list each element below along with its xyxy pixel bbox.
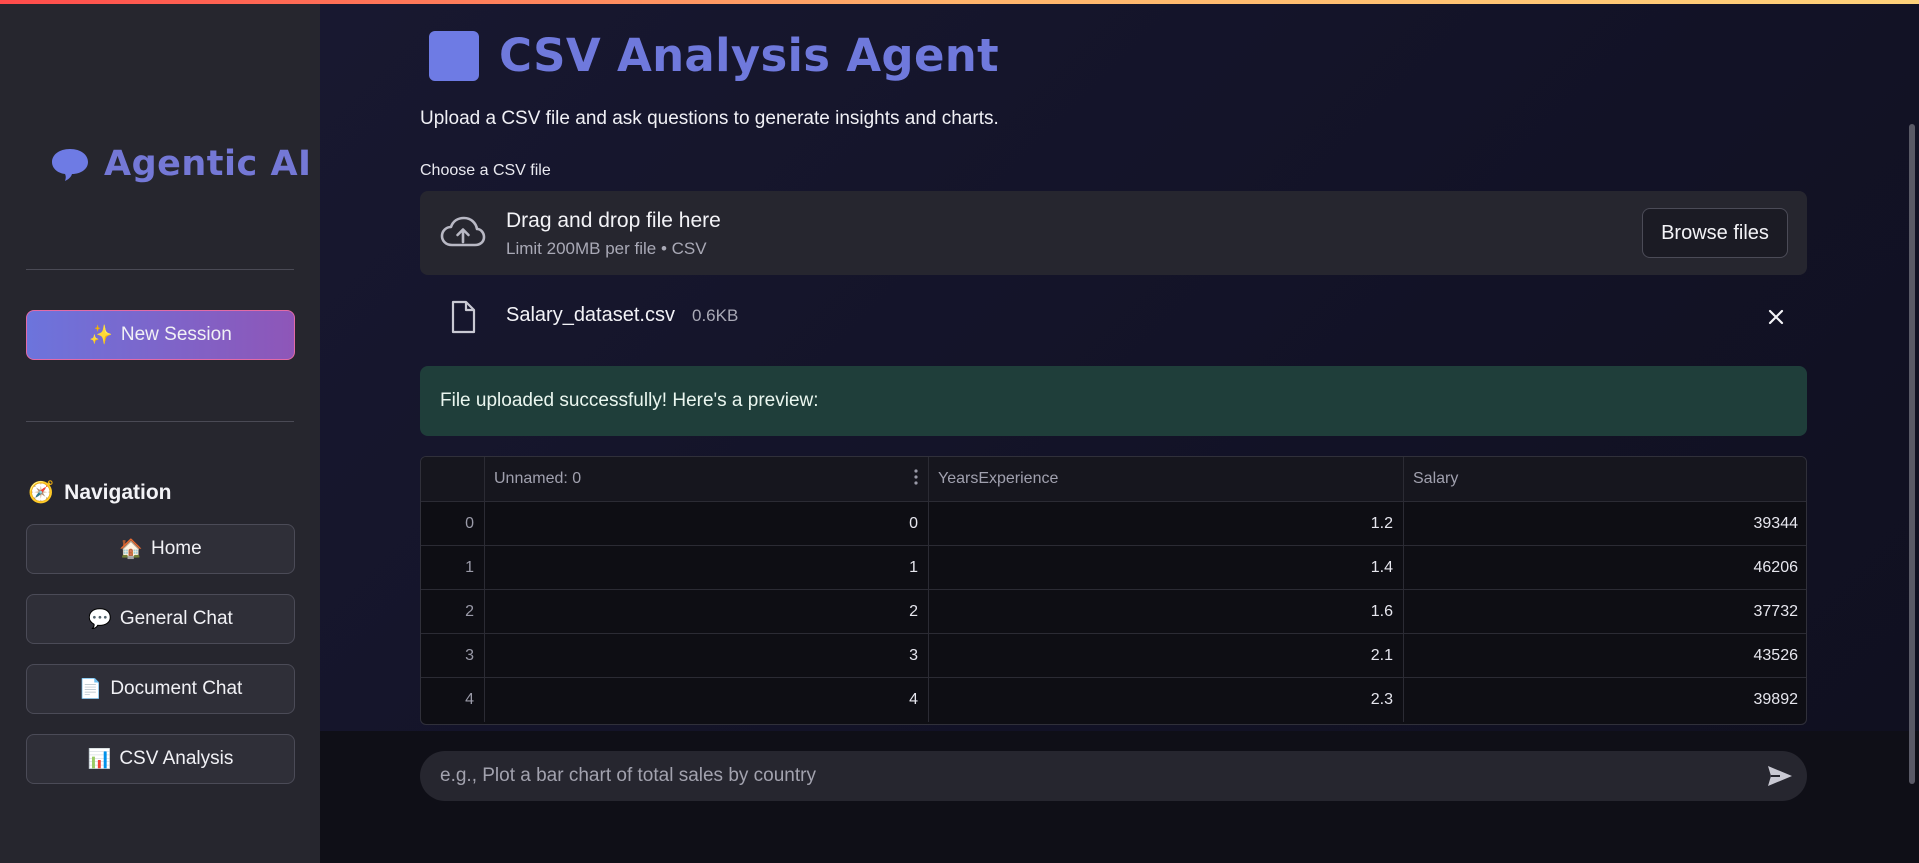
sidebar-divider xyxy=(26,269,294,270)
nav-csv-analysis-button[interactable]: 📊 CSV Analysis xyxy=(26,734,295,784)
table-row: 0 0 1.2 39344 xyxy=(421,502,1806,546)
chat-input[interactable] xyxy=(420,751,1807,801)
compass-icon: 🧭 xyxy=(28,481,55,504)
table-cell[interactable]: 1.6 xyxy=(929,590,1404,633)
top-decoration-bar xyxy=(0,0,1919,4)
close-icon xyxy=(1768,309,1784,325)
nav-csv-analysis-label: CSV Analysis xyxy=(119,748,234,769)
remove-file-button[interactable] xyxy=(1761,302,1791,332)
dropzone-instruction: Drag and drop file here xyxy=(506,209,721,232)
column-header-unnamed[interactable]: Unnamed: 0 xyxy=(485,457,929,501)
table-row: 3 3 2.1 43526 xyxy=(421,634,1806,678)
page-subtitle: Upload a CSV file and ask questions to g… xyxy=(420,108,999,129)
sidebar-brand: Agentic AI xyxy=(50,144,312,184)
cloud-upload-icon xyxy=(440,216,486,247)
sidebar-divider xyxy=(26,421,294,422)
main-content: CSV Analysis Agent Upload a CSV file and… xyxy=(320,4,1919,863)
table-cell[interactable]: 2.3 xyxy=(929,678,1404,722)
column-menu-icon[interactable] xyxy=(914,469,918,485)
send-icon[interactable] xyxy=(1766,764,1794,788)
table-cell[interactable]: 3 xyxy=(485,634,929,677)
success-message: File uploaded successfully! Here's a pre… xyxy=(440,390,819,411)
table-row: 1 1 1.4 46206 xyxy=(421,546,1806,590)
sparkles-icon: ✨ xyxy=(89,325,113,346)
nav-document-chat-label: Document Chat xyxy=(110,678,243,699)
title-square-icon xyxy=(429,30,479,81)
table-row: 2 2 1.6 37732 xyxy=(421,590,1806,634)
table-cell[interactable]: 2.1 xyxy=(929,634,1404,677)
table-cell[interactable]: 39892 xyxy=(1404,678,1806,722)
table-cell[interactable]: 39344 xyxy=(1404,502,1806,545)
row-index: 1 xyxy=(421,546,485,589)
row-index: 2 xyxy=(421,590,485,633)
chat-input-area xyxy=(320,731,1919,863)
column-header-label: Unnamed: 0 xyxy=(494,470,582,487)
main-scrollbar[interactable] xyxy=(1909,124,1915,784)
table-cell[interactable]: 1 xyxy=(485,546,929,589)
upload-success-alert: File uploaded successfully! Here's a pre… xyxy=(420,366,1807,436)
table-cell[interactable]: 46206 xyxy=(1404,546,1806,589)
brand-title: Agentic AI xyxy=(104,144,312,184)
nav-general-chat-button[interactable]: 💬 General Chat xyxy=(26,594,295,644)
uploaded-file-name: Salary_dataset.csv xyxy=(506,304,675,326)
speech-balloon-icon: 💬 xyxy=(88,609,112,630)
file-dropzone[interactable]: Drag and drop file here Limit 200MB per … xyxy=(420,191,1807,275)
new-session-label: New Session xyxy=(120,324,232,345)
nav-document-chat-button[interactable]: 📄 Document Chat xyxy=(26,664,295,714)
nav-general-chat-label: General Chat xyxy=(119,608,233,629)
new-session-button[interactable]: ✨ New Session xyxy=(26,310,295,360)
navigation-title: Navigation xyxy=(64,481,172,504)
column-header-years-experience[interactable]: YearsExperience xyxy=(929,457,1404,501)
document-icon: 📄 xyxy=(78,679,103,700)
table-cell[interactable]: 1.4 xyxy=(929,546,1404,589)
file-icon xyxy=(451,300,476,334)
index-column-header xyxy=(421,457,485,501)
table-cell[interactable]: 1.2 xyxy=(929,502,1404,545)
uploaded-file-size: 0.6KB xyxy=(692,306,739,325)
row-index: 0 xyxy=(421,502,485,545)
table-cell[interactable]: 4 xyxy=(485,678,929,722)
dropzone-limit: Limit 200MB per file • CSV xyxy=(506,239,707,258)
page-title: CSV Analysis Agent xyxy=(499,29,999,82)
table-cell[interactable]: 37732 xyxy=(1404,590,1806,633)
uploaded-file-row: Salary_dataset.csv 0.6KB xyxy=(420,294,1807,342)
table-row: 4 4 2.3 39892 xyxy=(421,678,1806,722)
table-cell[interactable]: 0 xyxy=(485,502,929,545)
data-preview-table[interactable]: Unnamed: 0 YearsExperience Salary 0 0 1.… xyxy=(420,456,1807,725)
nav-home-button[interactable]: 🏠 Home xyxy=(26,524,295,574)
table-cell[interactable]: 2 xyxy=(485,590,929,633)
navigation-heading: 🧭 Navigation xyxy=(28,481,172,505)
bar-chart-icon: 📊 xyxy=(87,749,112,770)
nav-home-label: Home xyxy=(150,538,202,559)
sidebar: Agentic AI ✨ New Session 🧭 Navigation 🏠 … xyxy=(0,4,320,863)
house-icon: 🏠 xyxy=(119,539,143,560)
speech-bubble-icon xyxy=(52,149,88,181)
row-index: 4 xyxy=(421,678,485,722)
uploader-label: Choose a CSV file xyxy=(420,162,551,179)
column-header-salary[interactable]: Salary xyxy=(1404,457,1806,501)
browse-files-button[interactable]: Browse files xyxy=(1642,208,1788,258)
page-header: CSV Analysis Agent xyxy=(429,29,999,82)
row-index: 3 xyxy=(421,634,485,677)
table-cell[interactable]: 43526 xyxy=(1404,634,1806,677)
table-header-row: Unnamed: 0 YearsExperience Salary xyxy=(421,457,1806,502)
